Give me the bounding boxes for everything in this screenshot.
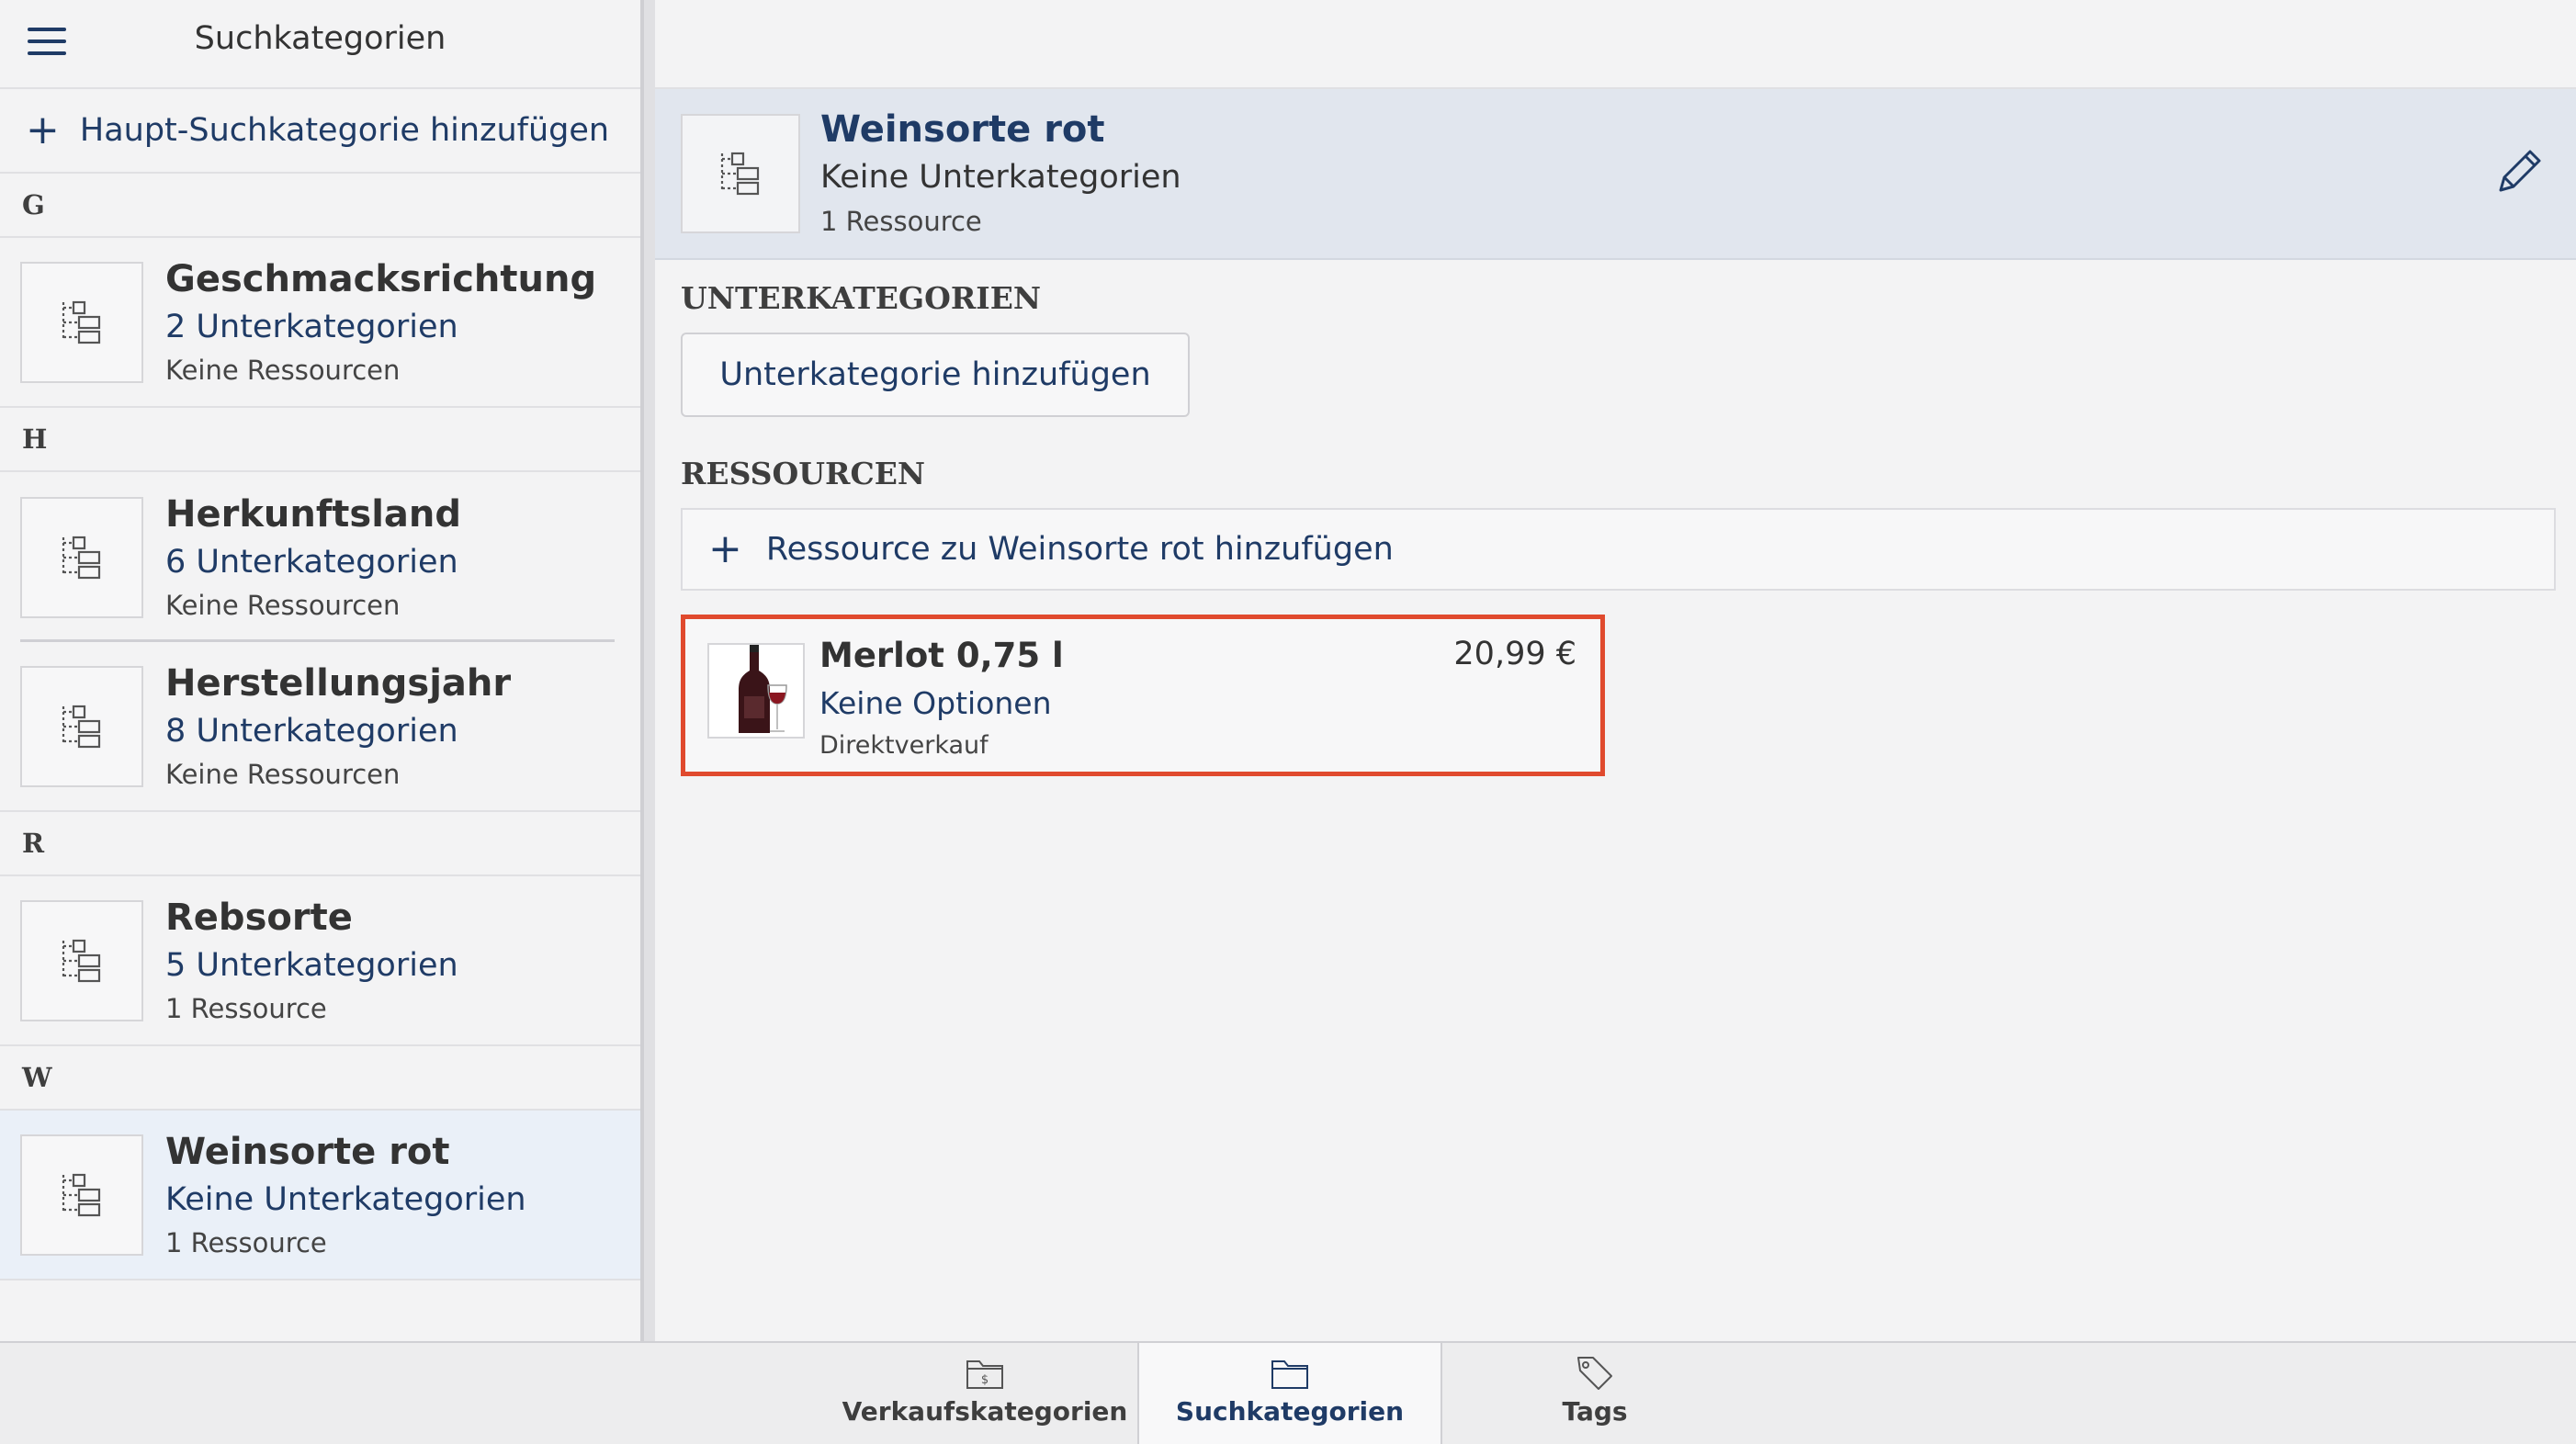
category-name: Weinsorte rot (165, 1130, 450, 1173)
tag-icon (1577, 1357, 1612, 1390)
edit-pencil-icon[interactable] (2491, 142, 2548, 199)
bottom-tab-bar: $ Verkaufskategorien Suchkategorien Tags (0, 1341, 2576, 1444)
folder-dollar-icon: $ (966, 1360, 1003, 1389)
category-tree-icon (20, 496, 143, 618)
category-tree-icon (20, 665, 143, 787)
resource-price: 20,99 € (1453, 636, 1576, 672)
category-rescount: 1 Ressource (165, 992, 327, 1024)
category-item-rebsorte[interactable]: Rebsorte 5 Unterkategorien 1 Ressource (0, 876, 640, 1046)
tab-label: Suchkategorien (1175, 1396, 1405, 1427)
detail-topbar (655, 0, 2576, 89)
add-main-category-button[interactable]: + Haupt-Suchkategorie hinzufügen (0, 89, 640, 174)
category-subcount: 8 Unterkategorien (165, 712, 458, 750)
category-subcount: 5 Unterkategorien (165, 946, 458, 984)
plus-icon: + (26, 107, 60, 153)
section-letter-r: R (0, 812, 640, 876)
section-letter-g: G (0, 174, 640, 238)
add-resource-label: Ressource zu Weinsorte rot hinzufügen (765, 531, 1394, 568)
sidebar: Suchkategorien + Haupt-Suchkategorie hin… (0, 0, 640, 1341)
resources-heading: RESSOURCEN (681, 456, 926, 491)
folder-icon (1271, 1360, 1308, 1389)
category-rescount: Keine Ressourcen (165, 758, 401, 790)
detail-header: Weinsorte rot Keine Unterkategorien 1 Re… (655, 89, 2576, 260)
category-tree-icon (20, 899, 143, 1021)
category-name: Herstellungsjahr (165, 661, 512, 705)
category-item-herkunftsland[interactable]: Herkunftsland 6 Unterkategorien Keine Re… (0, 472, 640, 642)
tab-verkaufskategorien[interactable]: $ Verkaufskategorien (832, 1343, 1137, 1444)
category-rescount: Keine Ressourcen (165, 354, 401, 386)
add-main-category-label: Haupt-Suchkategorie hinzufügen (79, 112, 610, 149)
category-subcount: 6 Unterkategorien (165, 543, 458, 581)
sidebar-header: Suchkategorien (0, 0, 640, 89)
category-tree-icon (20, 261, 143, 383)
category-name: Herkunftsland (165, 492, 462, 536)
tab-suchkategorien[interactable]: Suchkategorien (1137, 1343, 1442, 1444)
tab-tags[interactable]: Tags (1442, 1343, 1747, 1444)
tab-label: Verkaufskategorien (842, 1396, 1128, 1427)
section-letter-h: H (0, 408, 640, 472)
category-item-geschmacksrichtung[interactable]: Geschmacksrichtung 2 Unterkategorien Kei… (0, 238, 640, 408)
resource-type: Direktverkauf (819, 731, 989, 760)
detail-panel: Weinsorte rot Keine Unterkategorien 1 Re… (655, 0, 2576, 1341)
category-subcount: Keine Unterkategorien (165, 1180, 526, 1218)
category-subcount: 2 Unterkategorien (165, 308, 458, 345)
tab-label: Tags (1562, 1396, 1628, 1427)
add-subcategory-button[interactable]: Unterkategorie hinzufügen (681, 333, 1190, 417)
category-rescount: Keine Ressourcen (165, 589, 401, 621)
wine-bottle-image (707, 643, 805, 739)
add-resource-button[interactable]: + Ressource zu Weinsorte rot hinzufügen (681, 508, 2556, 591)
resource-item-merlot[interactable]: Merlot 0,75 l Keine Optionen Direktverka… (681, 615, 1605, 776)
subcategories-heading: UNTERKATEGORIEN (681, 280, 1042, 316)
category-name: Rebsorte (165, 896, 353, 939)
resource-name: Merlot 0,75 l (819, 636, 1064, 675)
category-rescount: 1 Ressource (165, 1226, 327, 1258)
category-tree-icon (681, 114, 800, 233)
category-name: Geschmacksrichtung (165, 257, 597, 300)
detail-subcount: Keine Unterkategorien (820, 159, 1181, 196)
category-item-herstellungsjahr[interactable]: Herstellungsjahr 8 Unterkategorien Keine… (0, 642, 640, 812)
sidebar-title: Suchkategorien (194, 20, 446, 57)
svg-text:$: $ (981, 1373, 989, 1387)
panel-divider[interactable] (640, 0, 655, 1341)
resource-options: Keine Optionen (819, 685, 1052, 721)
detail-rescount: 1 Ressource (820, 206, 982, 237)
section-letter-w: W (0, 1046, 640, 1111)
category-tree-icon (20, 1134, 143, 1256)
plus-icon: + (708, 525, 742, 572)
category-item-weinsorte-rot[interactable]: Weinsorte rot Keine Unterkategorien 1 Re… (0, 1111, 640, 1280)
detail-title: Weinsorte rot (820, 108, 1105, 151)
